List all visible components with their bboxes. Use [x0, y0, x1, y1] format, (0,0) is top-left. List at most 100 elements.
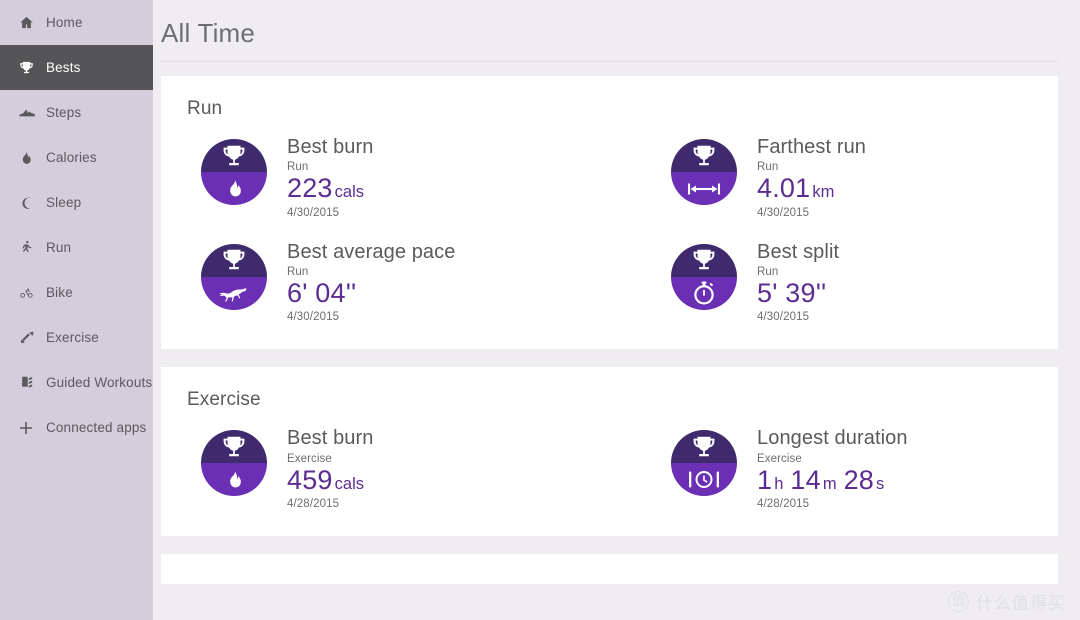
- sidebar-item-calories[interactable]: Calories: [0, 135, 153, 180]
- sidebar-item-label: Guided Workouts: [46, 375, 153, 390]
- flame-icon: [14, 150, 38, 166]
- stat-item[interactable]: Best burn Run 223 cals 4/30/2015: [161, 136, 631, 219]
- sidebar-item-exercise[interactable]: Exercise: [0, 315, 153, 360]
- sidebar-item-sleep[interactable]: Sleep: [0, 180, 153, 225]
- trophy-icon: [201, 139, 267, 172]
- dumbbell-icon: [14, 330, 38, 345]
- trophy-icon: [14, 60, 38, 75]
- stat-unit: cals: [334, 183, 364, 202]
- trophy-icon: [671, 243, 737, 277]
- plus-icon: [14, 420, 38, 436]
- stat-value: 459 cals: [287, 466, 374, 494]
- stat-date: 4/30/2015: [757, 206, 810, 219]
- stat-activity-type: Run: [757, 266, 779, 279]
- card-title: Exercise: [187, 389, 261, 411]
- achievement-badge: [671, 139, 737, 205]
- sidebar-item-label: Bests: [46, 60, 81, 75]
- clipboard-icon: [14, 375, 38, 391]
- stat-number: 4.01: [757, 173, 811, 204]
- stat-number: 14: [790, 464, 821, 495]
- stat-unit: km: [812, 183, 835, 202]
- stat-value: 4.01 km: [757, 174, 866, 202]
- stat-label: Best burn: [287, 427, 374, 450]
- sidebar-item-guided-workouts[interactable]: Guided Workouts: [0, 360, 153, 405]
- stat-text: Best split Run 5' 39'' 4/30/2015: [757, 241, 839, 324]
- sidebar-item-label: Bike: [46, 285, 73, 300]
- cheetah-icon: [201, 276, 267, 310]
- achievement-badge: [201, 243, 267, 310]
- stat-item[interactable]: Farthest run Run 4.01 km 4/30/2015: [631, 136, 1058, 219]
- stat-unit: cals: [334, 474, 364, 493]
- stat-number: 5' 39'': [757, 278, 827, 309]
- stat-item[interactable]: Best burn Exercise 459 cals 4/28/2015: [161, 427, 631, 510]
- duration-clock-icon: [671, 463, 737, 497]
- title-divider: [161, 61, 1058, 62]
- stat-text: Best burn Run 223 cals 4/30/2015: [287, 136, 374, 219]
- trophy-icon: [201, 430, 267, 464]
- stat-activity-type: Exercise: [757, 452, 802, 465]
- sidebar-item-label: Sleep: [46, 195, 82, 210]
- flame-icon: [201, 172, 267, 205]
- stat-text: Best burn Exercise 459 cals 4/28/2015: [287, 427, 374, 510]
- stat-activity-type: Exercise: [287, 452, 332, 465]
- sidebar: Home Bests Steps Calories Sleep Run Bike Exerci…: [0, 0, 153, 620]
- sidebar-item-bests[interactable]: Bests: [0, 45, 153, 90]
- stat-value: 1 h 14 m 28 s: [757, 466, 908, 494]
- achievement-badge: [201, 139, 267, 205]
- app-window: Home Bests Steps Calories Sleep Run Bike Exerci…: [0, 0, 1080, 620]
- page-title: All Time: [161, 18, 256, 48]
- stopwatch-icon: [671, 276, 737, 310]
- sidebar-item-label: Steps: [46, 105, 82, 120]
- stat-value: 6' 04'': [287, 279, 455, 307]
- stat-unit: s: [876, 474, 885, 493]
- shoe-icon: [14, 104, 38, 121]
- stat-date: 4/30/2015: [287, 311, 340, 324]
- distance-icon: [671, 172, 737, 205]
- stat-item[interactable]: Longest duration Exercise 1 h 14 m 28 s 4/28/201…: [631, 427, 1058, 510]
- bests-card-partial: [161, 554, 1058, 585]
- stat-unit: m: [822, 474, 837, 493]
- stat-value: 223 cals: [287, 174, 374, 202]
- stat-activity-type: Run: [287, 266, 309, 279]
- stat-text: Longest duration Exercise 1 h 14 m 28 s 4/28/201…: [757, 427, 908, 510]
- sidebar-item-connected-apps[interactable]: Connected apps: [0, 405, 153, 450]
- bests-card: Run Best burn Run 223 cals 4/30/2015 Farthest …: [161, 76, 1058, 350]
- sidebar-item-label: Run: [46, 240, 72, 255]
- achievement-badge: [201, 430, 267, 497]
- stat-item[interactable]: Best average pace Run 6' 04'' 4/30/2015: [161, 241, 631, 324]
- sidebar-item-steps[interactable]: Steps: [0, 90, 153, 135]
- bests-card: Exercise Best burn Exercise 459 cals 4/28/201…: [161, 367, 1058, 537]
- stat-number: 6' 04'': [287, 278, 357, 309]
- stat-label: Best average pace: [287, 240, 456, 263]
- flame-icon: [201, 463, 267, 497]
- stat-unit: h: [774, 474, 784, 493]
- sidebar-item-label: Exercise: [46, 330, 99, 345]
- stat-activity-type: Run: [757, 161, 779, 174]
- achievement-badge: [671, 430, 737, 497]
- sidebar-item-label: Connected apps: [46, 420, 147, 435]
- stat-label: Best burn: [287, 136, 374, 158]
- card-title: Run: [187, 98, 223, 119]
- trophy-icon: [201, 243, 267, 277]
- stat-number: 459: [287, 464, 333, 495]
- stat-date: 4/30/2015: [757, 311, 810, 324]
- sidebar-item-run[interactable]: Run: [0, 225, 153, 270]
- trophy-icon: [671, 430, 737, 464]
- stat-item[interactable]: Best split Run 5' 39'' 4/30/2015: [631, 241, 1058, 324]
- stat-text: Farthest run Run 4.01 km 4/30/2015: [757, 136, 866, 219]
- sidebar-item-label: Calories: [46, 150, 97, 165]
- sidebar-item-bike[interactable]: Bike: [0, 270, 153, 315]
- stat-number: 28: [843, 464, 875, 495]
- stat-date: 4/28/2015: [757, 498, 810, 511]
- stat-label: Farthest run: [757, 136, 867, 158]
- stat-label: Best split: [757, 240, 840, 263]
- stat-text: Best average pace Run 6' 04'' 4/30/2015: [287, 241, 455, 324]
- stat-label: Longest duration: [757, 427, 908, 450]
- stat-number: 1: [757, 464, 773, 495]
- cards-container: Run Best burn Run 223 cals 4/30/2015 Farthest …: [153, 76, 1080, 585]
- stat-grid: Best burn Run 223 cals 4/30/2015 Farthest run…: [161, 136, 1058, 323]
- stat-activity-type: Run: [287, 161, 309, 174]
- moon-icon: [14, 195, 38, 211]
- stat-number: 223: [287, 173, 333, 204]
- sidebar-item-home[interactable]: Home: [0, 0, 153, 45]
